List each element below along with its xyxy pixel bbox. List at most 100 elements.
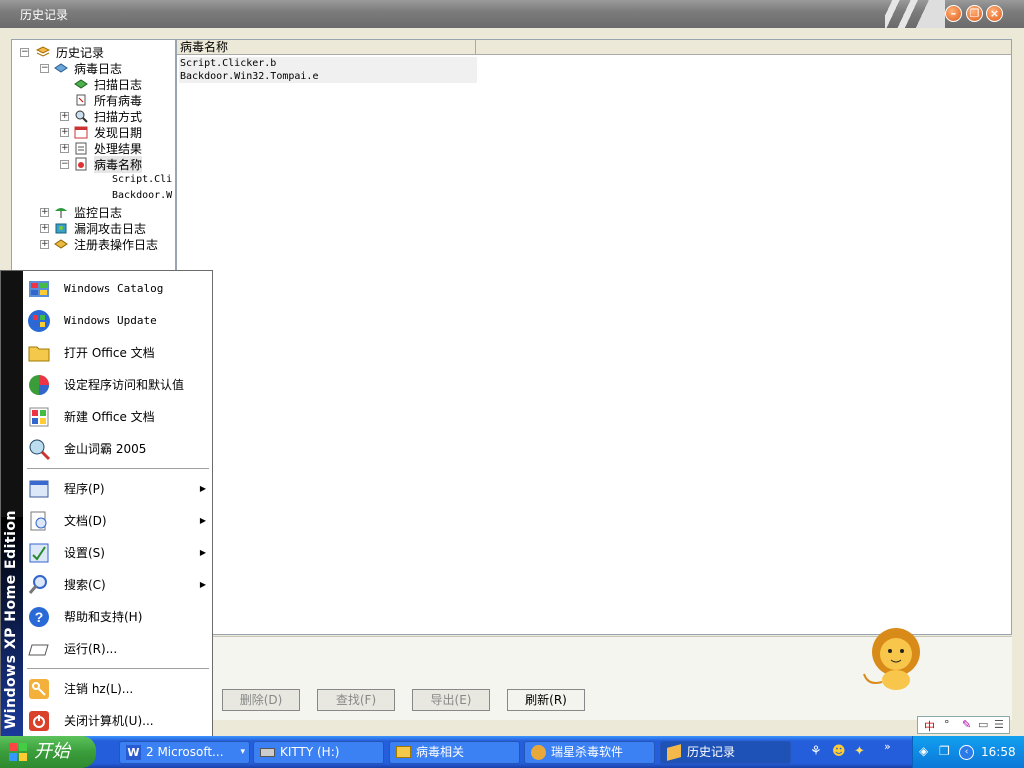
tree-other[interactable]: 注册表操作日志 xyxy=(74,236,158,253)
taskbar-item-antivirus[interactable]: 瑞星杀毒软件 xyxy=(524,741,655,764)
tree-virus-log[interactable]: 病毒日志 xyxy=(74,60,122,77)
tree-child[interactable]: 所有病毒 xyxy=(94,92,142,109)
column-virus-name[interactable]: 病毒名称 xyxy=(177,40,476,55)
list-item[interactable]: Script.Clicker.b xyxy=(179,57,477,70)
clock[interactable]: 16:58 xyxy=(981,745,1016,759)
ime-punct-icon[interactable]: ° xyxy=(944,718,950,731)
menu-documents[interactable]: 文档(D) ▶ xyxy=(23,505,212,537)
menu-help[interactable]: ? 帮助和支持(H) xyxy=(23,601,212,633)
tree-child[interactable]: 扫描日志 xyxy=(94,76,142,93)
expand-toggle[interactable]: + xyxy=(40,208,49,217)
windows-logo-icon xyxy=(9,743,27,761)
submenu-arrow-icon: ▶ xyxy=(199,484,206,493)
expand-toggle[interactable]: + xyxy=(60,128,69,137)
export-button[interactable]: 导出(E) xyxy=(412,689,490,711)
tree-leaf[interactable]: Script.Cli xyxy=(112,174,172,185)
taskbar-item-word[interactable]: W 2 Microsoft... ▾ xyxy=(119,741,250,764)
tree-root[interactable]: 历史记录 xyxy=(56,44,104,61)
menu-label: 程序(P) xyxy=(64,482,105,496)
menu-programs[interactable]: 程序(P) ▶ xyxy=(23,473,212,505)
menu-label: 关闭计算机(U)... xyxy=(64,714,154,728)
taskbar-label: KITTY (H:) xyxy=(280,745,340,759)
taskbar-label: 瑞星杀毒软件 xyxy=(551,745,624,759)
ime-chinese-icon[interactable]: 中 xyxy=(924,718,935,734)
menu-shutdown[interactable]: 关闭计算机(U)... xyxy=(23,705,212,737)
scan-log-icon xyxy=(74,79,88,89)
menu-open-office-doc[interactable]: 打开 Office 文档 xyxy=(23,337,212,369)
expand-toggle[interactable]: + xyxy=(40,240,49,249)
key-icon xyxy=(29,679,49,699)
menu-separator xyxy=(27,668,209,669)
menu-label: 注销 hz(L)... xyxy=(64,682,134,696)
taskbar-item-history[interactable]: 历史记录 xyxy=(660,741,791,764)
tray-collapse-icon[interactable]: ‹ xyxy=(959,745,974,760)
history-folder-icon xyxy=(36,46,50,57)
user-icon[interactable]: ☻ xyxy=(832,744,846,759)
tree-leaf[interactable]: Backdoor.W xyxy=(112,190,172,201)
ime-pen-icon[interactable]: ✎ xyxy=(962,718,971,731)
ime-keyboard-icon[interactable]: ▭ xyxy=(978,718,988,731)
menu-logoff[interactable]: 注销 hz(L)... xyxy=(23,673,212,705)
network-icon[interactable]: ⚘ xyxy=(810,744,822,759)
menu-run[interactable]: 运行(R)... xyxy=(23,633,212,665)
expand-toggle[interactable]: + xyxy=(60,144,69,153)
ime-menu-icon[interactable]: ☰ xyxy=(994,718,1004,731)
taskbar-item-kitty[interactable]: KITTY (H:) xyxy=(253,741,384,764)
drive-icon xyxy=(260,748,275,757)
chevron-icon[interactable]: » xyxy=(884,740,891,753)
delete-button[interactable]: 删除(D) xyxy=(222,689,300,711)
tree-child[interactable]: 发现日期 xyxy=(94,124,142,141)
collapse-toggle[interactable]: − xyxy=(60,160,69,169)
start-menu-sidebar: Windows XP Home Edition xyxy=(1,271,23,737)
menu-search[interactable]: 搜索(C) ▶ xyxy=(23,569,212,601)
collapse-toggle[interactable]: − xyxy=(40,64,49,73)
menu-label: 文档(D) xyxy=(64,514,107,528)
find-button[interactable]: 查找(F) xyxy=(317,689,395,711)
tree-child-selected[interactable]: 病毒名称 xyxy=(94,156,143,173)
settings-icon xyxy=(29,543,49,563)
collapse-toggle[interactable]: − xyxy=(20,48,29,57)
virus-name-icon xyxy=(75,157,87,171)
menu-windows-update[interactable]: Windows Update xyxy=(23,305,212,337)
tray-window-icon[interactable]: ❐ xyxy=(939,744,950,758)
lion-mascot-icon[interactable] xyxy=(860,626,928,692)
menu-label: 设定程序访问和默认值 xyxy=(64,378,185,392)
svg-text:?: ? xyxy=(35,609,44,625)
tree-other[interactable]: 监控日志 xyxy=(74,204,122,221)
menu-program-access[interactable]: 设定程序访问和默认值 xyxy=(23,369,212,401)
tree-other[interactable]: 漏洞攻击日志 xyxy=(74,220,146,237)
refresh-button[interactable]: 刷新(R) xyxy=(507,689,585,711)
quicklaunch: ⚘ ☻ ✦ xyxy=(810,742,880,762)
history-icon xyxy=(667,744,681,761)
menu-new-office-doc[interactable]: 新建 Office 文档 xyxy=(23,401,212,433)
expand-toggle[interactable]: + xyxy=(60,112,69,121)
start-button[interactable]: 开始 xyxy=(0,736,96,768)
result-icon xyxy=(75,142,87,155)
folder-icon xyxy=(396,746,411,758)
power-icon xyxy=(29,711,49,731)
restore-button[interactable]: ❐ xyxy=(966,5,983,22)
documents-icon xyxy=(30,511,47,531)
tray-diamond-icon[interactable]: ◈ xyxy=(919,744,928,758)
expand-toggle[interactable]: + xyxy=(40,224,49,233)
monitor-log-icon xyxy=(55,208,67,218)
tools-icon[interactable]: ✦ xyxy=(854,744,865,759)
close-button[interactable]: × xyxy=(986,5,1003,22)
menu-label: 新建 Office 文档 xyxy=(64,410,155,424)
taskbar-item-folder[interactable]: 病毒相关 xyxy=(389,741,520,764)
list-item[interactable]: Backdoor.Win32.Tompai.e xyxy=(179,70,477,83)
submenu-arrow-icon: ▶ xyxy=(199,516,206,525)
tree-child[interactable]: 扫描方式 xyxy=(94,108,142,125)
minimize-button[interactable]: – xyxy=(945,5,962,22)
menu-label: 设置(S) xyxy=(64,546,105,560)
menu-kingsoft-dict[interactable]: 金山词霸 2005 xyxy=(23,433,212,465)
programs-icon xyxy=(29,480,49,498)
menu-settings[interactable]: 设置(S) ▶ xyxy=(23,537,212,569)
dictionary-icon xyxy=(29,439,51,461)
menu-windows-catalog[interactable]: Windows Catalog xyxy=(23,273,212,305)
menu-label: Windows Update xyxy=(64,314,157,327)
tree-child[interactable]: 处理结果 xyxy=(94,140,142,157)
ime-toolbar[interactable]: 中 ° ✎ ▭ ☰ xyxy=(917,716,1010,734)
title-bar[interactable]: 历史记录 – ❐ × xyxy=(0,0,1024,28)
magnifier-icon xyxy=(75,110,88,123)
